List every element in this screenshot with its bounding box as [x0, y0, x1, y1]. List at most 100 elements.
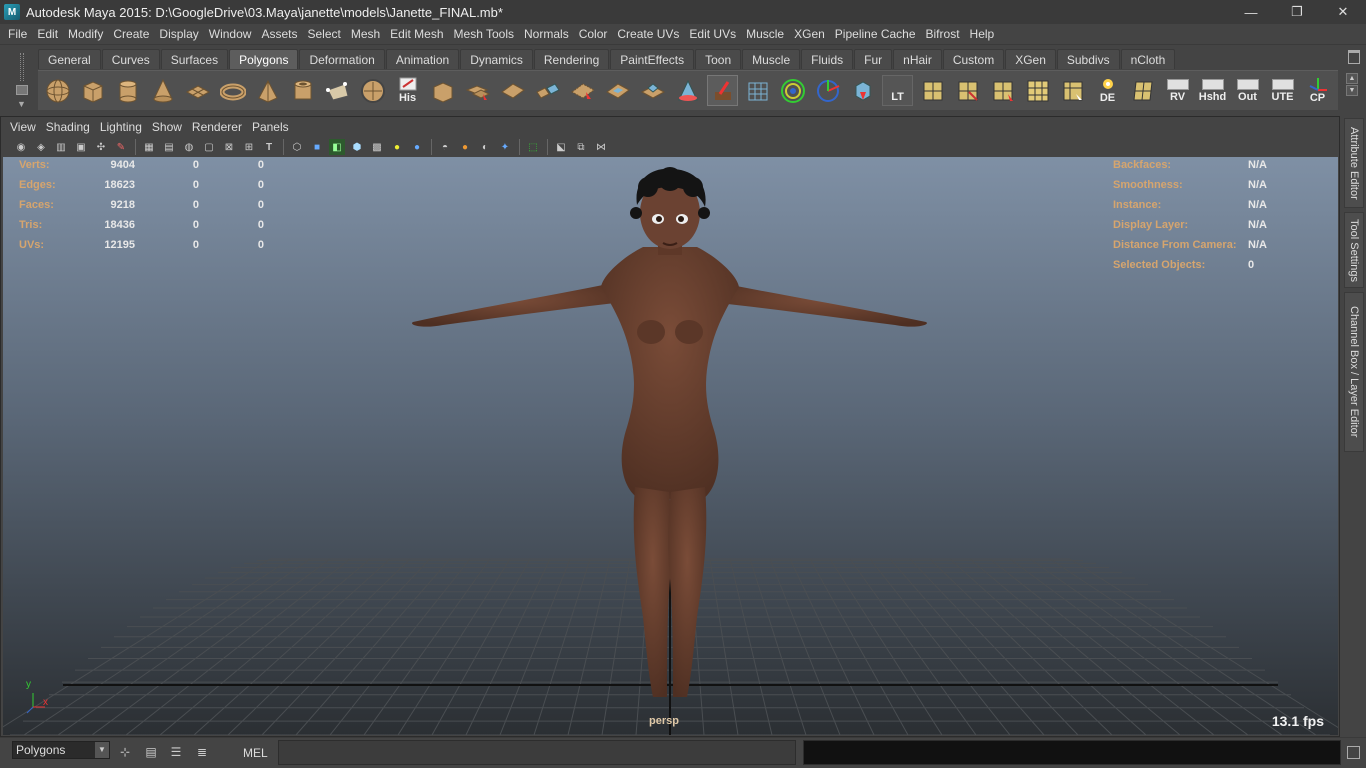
mel-command-input[interactable]	[278, 740, 796, 765]
poly-soccer-ball-icon[interactable]	[357, 75, 388, 106]
outliner-icon[interactable]: ▤	[141, 742, 161, 762]
script-editor-icon[interactable]	[1347, 746, 1360, 759]
menu-create[interactable]: Create	[108, 27, 154, 41]
out-tool-icon[interactable]: Out	[1232, 75, 1263, 106]
mel-label[interactable]: MEL	[243, 746, 268, 760]
extrude-icon[interactable]	[637, 75, 668, 106]
smooth-shade-icon[interactable]: ◍	[181, 139, 197, 155]
menu-file[interactable]: File	[3, 27, 32, 41]
uv-tool-1-icon[interactable]	[917, 75, 948, 106]
menu-mesh-tools[interactable]: Mesh Tools	[449, 27, 519, 41]
panel-menu-shading[interactable]: Shading	[41, 120, 95, 134]
camera-tools-icon[interactable]: ✣	[93, 139, 109, 155]
anti-aliasing-icon[interactable]: ✦	[497, 139, 513, 155]
uv-tool-2-icon[interactable]	[952, 75, 983, 106]
menu-assets[interactable]: Assets	[256, 27, 302, 41]
menu-pipeline-cache[interactable]: Pipeline Cache	[830, 27, 921, 41]
menu-create-uvs[interactable]: Create UVs	[612, 27, 684, 41]
backface-culling-icon[interactable]: ⬢	[349, 139, 365, 155]
panel-menu-panels[interactable]: Panels	[247, 120, 294, 134]
shelf-tab-xgen[interactable]: XGen	[1005, 49, 1056, 69]
shelf-tab-fluids[interactable]: Fluids	[801, 49, 854, 69]
poly-plane-icon[interactable]	[182, 75, 213, 106]
menu-select[interactable]: Select	[302, 27, 345, 41]
tab-channel-box-layer-editor[interactable]: Channel Box / Layer Editor	[1344, 292, 1364, 452]
poly-cone-icon[interactable]	[147, 75, 178, 106]
uv-tool-4-icon[interactable]	[1022, 75, 1053, 106]
bridge-icon[interactable]	[532, 75, 563, 106]
tab-tool-settings[interactable]: Tool Settings	[1344, 212, 1364, 288]
hshd-tool-icon[interactable]: Hshd	[1197, 75, 1228, 106]
select-tool-icon[interactable]: ⬚	[525, 139, 541, 155]
menu-edit-mesh[interactable]: Edit Mesh	[385, 27, 448, 41]
use-all-lights-icon[interactable]: ●	[409, 139, 425, 155]
shelf-tab-ncloth[interactable]: nCloth	[1120, 49, 1176, 69]
paint-tool-icon[interactable]	[707, 75, 738, 106]
minimize-button[interactable]: —	[1228, 0, 1274, 24]
uv-tool-6-icon[interactable]	[1127, 75, 1158, 106]
menu-help[interactable]: Help	[965, 27, 1000, 41]
append-polygon-icon[interactable]	[567, 75, 598, 106]
lt-tool-icon[interactable]: LT	[882, 75, 913, 106]
trash-icon[interactable]	[1348, 50, 1360, 64]
tab-attribute-editor[interactable]: Attribute Editor	[1344, 118, 1364, 208]
shelf-tab-custom[interactable]: Custom	[942, 49, 1005, 69]
shelf-tab-rendering[interactable]: Rendering	[533, 49, 610, 69]
menu-muscle[interactable]: Muscle	[741, 27, 789, 41]
panel-menu-view[interactable]: View	[5, 120, 41, 134]
shelf-tab-fur[interactable]: Fur	[854, 49, 893, 69]
menu-display[interactable]: Display	[154, 27, 203, 41]
wireframe-icon[interactable]: ▦	[141, 139, 157, 155]
shelf-tab-surfaces[interactable]: Surfaces	[160, 49, 229, 69]
share-icon[interactable]: ⋈	[593, 139, 609, 155]
uv-tool-3-icon[interactable]	[987, 75, 1018, 106]
camera-attributes-icon[interactable]: ◈	[33, 139, 49, 155]
poly-sphere-icon[interactable]	[42, 75, 73, 106]
bookmark-icon[interactable]: ▥	[53, 139, 69, 155]
image-plane-icon[interactable]: ▣	[73, 139, 89, 155]
shelf-options-handle[interactable]: ▼	[12, 51, 32, 109]
close-button[interactable]: ✕	[1320, 0, 1366, 24]
menu-color[interactable]: Color	[574, 27, 613, 41]
shelf-scroll-down-button[interactable]: ▼	[1346, 85, 1358, 96]
menu-bifrost[interactable]: Bifrost	[921, 27, 965, 41]
shelf-tab-animation[interactable]: Animation	[385, 49, 460, 69]
menu-normals[interactable]: Normals	[519, 27, 574, 41]
select-camera-icon[interactable]: ◉	[13, 139, 29, 155]
menu-window[interactable]: Window	[204, 27, 257, 41]
grease-pencil-icon[interactable]: ✎	[113, 139, 129, 155]
checker-icon[interactable]: ▩	[369, 139, 385, 155]
fill-hole-icon[interactable]	[602, 75, 633, 106]
cp-tool-icon[interactable]: CP	[1302, 75, 1333, 106]
lattice-icon[interactable]	[742, 75, 773, 106]
panel-menu-renderer[interactable]: Renderer	[187, 120, 247, 134]
smooth-icon[interactable]	[672, 75, 703, 106]
create-polygon-tool-icon[interactable]	[322, 75, 353, 106]
rv-tool-icon[interactable]: RV	[1162, 75, 1193, 106]
poly-cylinder-icon[interactable]	[112, 75, 143, 106]
ute-tool-icon[interactable]: UTE	[1267, 75, 1298, 106]
menu-edit-uvs[interactable]: Edit UVs	[684, 27, 741, 41]
menu-edit[interactable]: Edit	[32, 27, 63, 41]
mirror-geometry-icon[interactable]	[847, 75, 878, 106]
shelf-tab-subdivs[interactable]: Subdivs	[1056, 49, 1120, 69]
wireframe-on-shaded-icon[interactable]: ⊠	[221, 139, 237, 155]
use-default-lighting-icon[interactable]: ●	[389, 139, 405, 155]
panel-menu-show[interactable]: Show	[147, 120, 187, 134]
snap-icon[interactable]: ⊹	[115, 742, 135, 762]
maximize-button[interactable]: ❐	[1274, 0, 1320, 24]
motion-blur-icon[interactable]: ◐	[477, 139, 493, 155]
textured-icon[interactable]: ⊞	[241, 139, 257, 155]
frame-selected-icon[interactable]: ⧉	[573, 139, 589, 155]
poly-torus-icon[interactable]	[217, 75, 248, 106]
shelf-tab-toon[interactable]: Toon	[695, 49, 742, 69]
script-list-icon[interactable]: ≣	[192, 742, 212, 762]
history-toggle-icon[interactable]: His	[392, 75, 423, 106]
flat-shade-icon[interactable]: ▢	[201, 139, 217, 155]
poly-cube-icon[interactable]	[77, 75, 108, 106]
poly-pyramid-icon[interactable]	[252, 75, 283, 106]
shelf-tab-curves[interactable]: Curves	[101, 49, 160, 69]
shelf-tab-general[interactable]: General	[38, 49, 101, 69]
shelf-tab-painteffects[interactable]: PaintEffects	[610, 49, 695, 69]
combine-icon[interactable]	[427, 75, 458, 106]
